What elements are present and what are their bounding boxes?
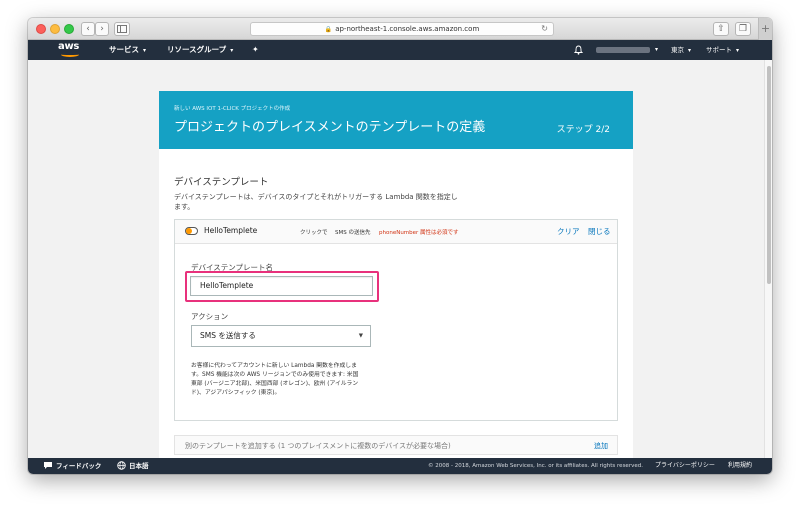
browser-window: ‹ › 🔒 ap-northeast-1.console.aws.amazon.c…: [28, 18, 772, 474]
browser-titlebar: ‹ › 🔒 ap-northeast-1.console.aws.amazon.c…: [28, 18, 772, 40]
aws-top-nav: aws サービス ▾ リソースグループ ▾ ✦ ▾ 東京 ▾ サポート ▾: [28, 40, 772, 60]
close-button[interactable]: 閉じる: [588, 226, 611, 237]
sidebar-icon[interactable]: [114, 22, 130, 36]
breadcrumb: 新しい AWS IOT 1-CLICK プロジェクトの作成: [174, 106, 291, 112]
input-highlight: HelloTemplete: [185, 271, 379, 302]
privacy-policy-link[interactable]: プライバシーポリシー: [655, 458, 715, 474]
page-title: プロジェクトのプレイスメントのテンプレートの定義: [174, 120, 486, 135]
minimize-window-button[interactable]: [50, 24, 60, 34]
services-label: サービス: [109, 45, 139, 54]
lock-icon: 🔒: [324, 26, 333, 33]
aws-footer: フィードバック 日本語 © 2008 - 2018, Amazon Web Se…: [28, 458, 772, 474]
forward-icon[interactable]: ›: [95, 22, 109, 36]
pin-icon[interactable]: ✦: [252, 45, 259, 55]
toggle-icon[interactable]: [185, 227, 198, 235]
section-title: デバイステンプレート: [174, 177, 269, 188]
copyright-text: © 2008 - 2018, Amazon Web Services, Inc.…: [428, 463, 643, 469]
feedback-link[interactable]: フィードバック: [56, 458, 101, 474]
maximize-window-button[interactable]: [64, 24, 74, 34]
template-card: HelloTemplete クリックで SMS の送信先 phoneNumber…: [174, 219, 618, 421]
click-label: クリックで: [300, 230, 328, 236]
action-select[interactable]: SMS を送信する ▼: [191, 325, 371, 347]
wizard-header: 新しい AWS IOT 1-CLICK プロジェクトの作成 プロジェクトのプレイ…: [159, 91, 633, 149]
scrollbar-thumb[interactable]: [767, 66, 771, 284]
support-label: サポート: [706, 46, 732, 54]
globe-icon[interactable]: [117, 461, 126, 470]
required-warning: phoneNumber 属性は必須です: [379, 230, 459, 236]
action-selected-value: SMS を送信する: [200, 331, 256, 340]
new-tab-button[interactable]: +: [758, 18, 772, 40]
terms-link[interactable]: 利用規約: [728, 458, 752, 474]
language-selector[interactable]: 日本語: [129, 458, 149, 474]
vertical-scrollbar[interactable]: [764, 60, 772, 458]
sms-target-label: SMS の送信先: [335, 230, 371, 236]
toggle-knob: [186, 228, 192, 234]
tabs-icon[interactable]: ❐: [735, 22, 751, 36]
chevron-down-icon: ▾: [143, 47, 147, 54]
address-bar[interactable]: 🔒 ap-northeast-1.console.aws.amazon.com ↻: [250, 22, 554, 36]
template-name-input[interactable]: HelloTemplete: [190, 276, 373, 296]
resource-groups-menu[interactable]: リソースグループ ▾: [167, 40, 233, 61]
account-menu[interactable]: [596, 47, 650, 53]
chevron-down-icon: ▾: [230, 47, 234, 54]
aws-logo[interactable]: aws: [58, 41, 82, 58]
action-label: アクション: [191, 312, 229, 321]
add-template-row: 別のテンプレートを追加する (1 つのプレイスメントに複数のデバイスが必要な場合…: [174, 435, 618, 455]
close-window-button[interactable]: [36, 24, 46, 34]
add-template-button[interactable]: 追加: [594, 441, 608, 451]
step-indicator: ステップ 2/2: [556, 125, 610, 135]
add-template-text: 別のテンプレートを追加する (1 つのプレイスメントに複数のデバイスが必要な場合…: [185, 442, 451, 450]
back-icon[interactable]: ‹: [81, 22, 95, 36]
device-template-panel: デバイステンプレート デバイステンプレートは、デバイスのタイプとそれがトリガーす…: [159, 149, 633, 458]
template-name-heading: HelloTemplete: [204, 226, 258, 235]
main-content: 新しい AWS IOT 1-CLICK プロジェクトの作成 プロジェクトのプレイ…: [28, 60, 764, 458]
aws-smile-icon: [61, 52, 79, 57]
share-icon[interactable]: ⇧: [713, 22, 729, 36]
lambda-note: お客様に代わってアカウントに新しい Lambda 関数を作成します。SMS 機能…: [191, 363, 359, 396]
support-menu[interactable]: サポート ▾: [706, 40, 739, 61]
url-text: ap-northeast-1.console.aws.amazon.com: [335, 25, 480, 33]
chevron-down-icon: ▾: [688, 47, 692, 54]
dropdown-arrow-icon: ▼: [358, 333, 363, 339]
region-label: 東京: [671, 46, 684, 54]
bell-icon[interactable]: [574, 45, 583, 55]
resource-groups-label: リソースグループ: [167, 45, 227, 54]
clear-button[interactable]: クリア: [557, 226, 580, 237]
speech-bubble-icon[interactable]: [43, 461, 53, 470]
template-card-header[interactable]: HelloTemplete クリックで SMS の送信先 phoneNumber…: [175, 220, 617, 244]
chevron-down-icon[interactable]: ▾: [655, 40, 658, 60]
section-description: デバイステンプレートは、デバイスのタイプとそれがトリガーする Lambda 関数…: [174, 193, 458, 211]
reload-icon[interactable]: ↻: [541, 23, 548, 35]
services-menu[interactable]: サービス ▾: [109, 40, 146, 61]
chevron-down-icon: ▾: [736, 47, 740, 54]
region-menu[interactable]: 東京 ▾: [671, 40, 691, 61]
